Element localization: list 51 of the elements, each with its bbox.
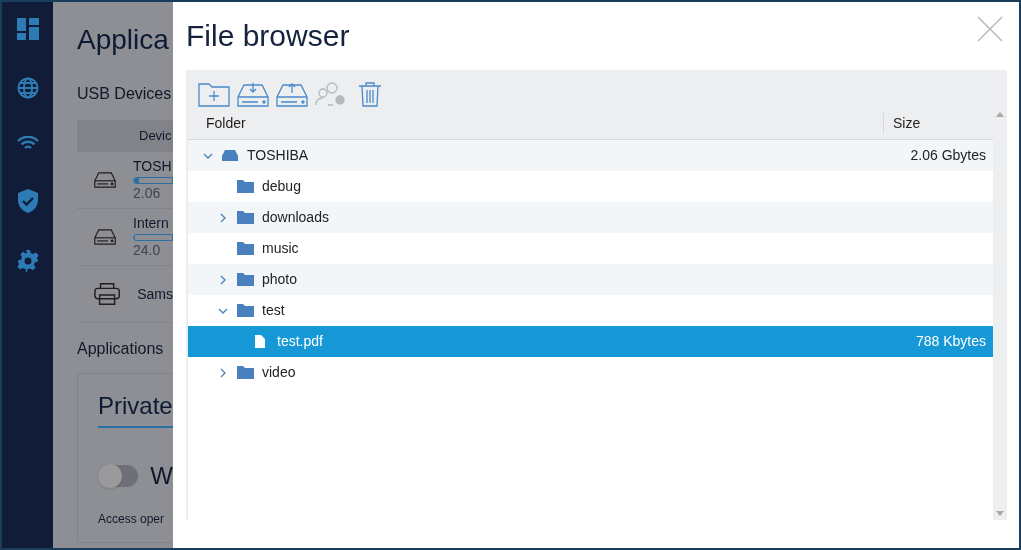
folder-icon [236, 242, 254, 255]
new-folder-icon[interactable] [198, 81, 230, 107]
item-name: test [261, 301, 286, 320]
download-icon[interactable] [237, 81, 269, 107]
table-header: Devic [139, 127, 172, 146]
device-size: 2.06 [133, 184, 162, 202]
file-icon [255, 335, 265, 348]
section-heading: USB Devices [77, 84, 172, 104]
shield-check-icon[interactable] [17, 189, 38, 213]
item-name: TOSHIBA [246, 146, 310, 165]
item-size: 2.06 Gbytes [910, 146, 986, 165]
device-name: TOSH [133, 158, 173, 174]
hard-drive-icon [94, 169, 116, 191]
tree-row[interactable]: downloads [188, 202, 993, 233]
dialog-title: File browser [186, 18, 350, 54]
chevron-right-icon[interactable] [218, 274, 228, 285]
drive-icon [222, 150, 238, 161]
section-heading: Applications [77, 339, 164, 359]
globe-icon[interactable] [16, 77, 39, 99]
item-name: debug [261, 177, 302, 196]
scroll-down-icon[interactable] [996, 511, 1004, 516]
device-name: Intern [133, 215, 170, 231]
chevron-right-icon[interactable] [218, 367, 228, 378]
item-size: 788 Kbytes [915, 332, 986, 351]
toggle-switch[interactable] [98, 465, 139, 487]
scroll-up-icon[interactable] [996, 112, 1004, 117]
tree-row[interactable]: TOSHIBA 2.06 Gbytes [188, 140, 993, 171]
folder-icon [236, 180, 254, 193]
settings-icon[interactable] [16, 250, 39, 272]
device-name: Sams [137, 286, 173, 302]
dashboard-icon[interactable] [16, 18, 39, 40]
item-name: test.pdf [276, 332, 324, 351]
item-name: downloads [261, 208, 330, 227]
folder-icon [236, 304, 254, 317]
close-icon[interactable] [977, 16, 1003, 42]
item-name: video [261, 363, 297, 382]
tree-row[interactable]: photo [188, 264, 993, 295]
item-name: music [261, 239, 300, 258]
upload-icon[interactable] [276, 81, 308, 107]
toggle-label: W [150, 461, 173, 491]
folder-icon [236, 273, 254, 286]
page-title: Applica [77, 23, 169, 57]
folder-icon [236, 366, 254, 379]
item-name: photo [261, 270, 299, 289]
hard-drive-icon [94, 226, 116, 248]
printer-icon [94, 282, 121, 306]
device-size: 24.0 [133, 241, 162, 259]
description-text: Access oper [98, 511, 165, 528]
folder-icon [236, 211, 254, 224]
column-header[interactable]: Folder [188, 113, 883, 134]
chevron-right-icon[interactable] [218, 212, 228, 223]
